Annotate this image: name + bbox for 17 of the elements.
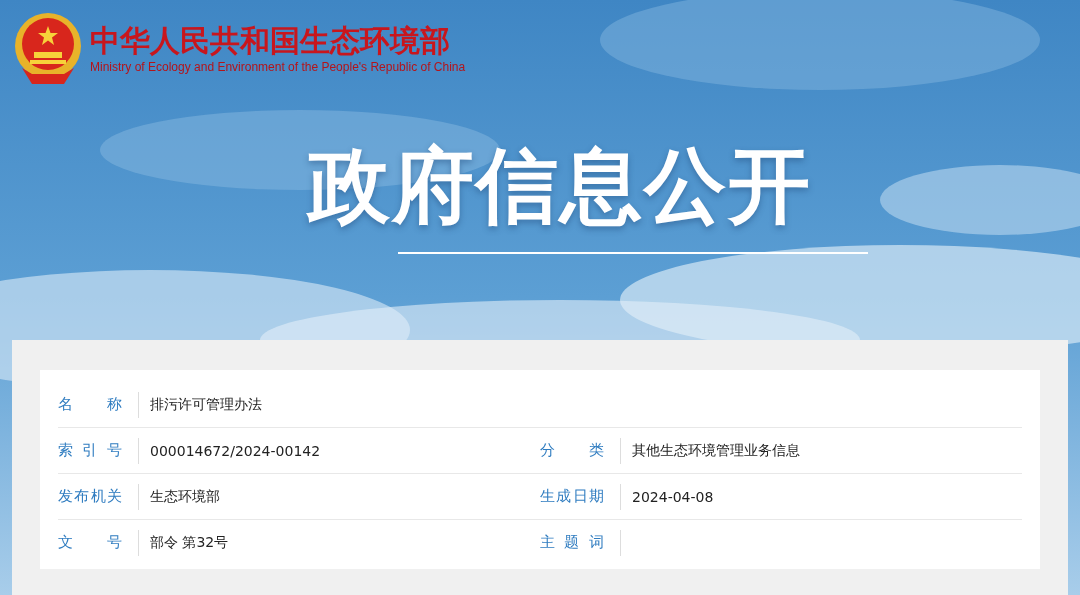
- page-title: 政府信息公开: [308, 137, 812, 235]
- field-label: 主 题 词: [540, 533, 604, 552]
- field-label: 分 类: [540, 441, 604, 460]
- field-label: 索 引 号: [58, 441, 122, 460]
- field-value: 生态环境部: [150, 487, 220, 506]
- field-value: 其他生态环境管理业务信息: [632, 441, 800, 460]
- field-label: 发布机关: [58, 487, 122, 506]
- field-label: 文 号: [58, 533, 122, 552]
- site-subtitle: Ministry of Ecology and Environment of the People's Republic of China: [90, 60, 466, 74]
- emblem-icon: [12, 12, 84, 86]
- field-value: 000014672/2024-00142: [150, 442, 321, 459]
- field-label: 名 称: [58, 395, 122, 414]
- field-value: 排污许可管理办法: [150, 395, 262, 414]
- field-value: 2024-04-08: [632, 488, 714, 505]
- field-value: 部令 第32号: [150, 533, 229, 552]
- site-title: 中华人民共和国生态环境部: [90, 24, 451, 58]
- field-label: 生成日期: [540, 487, 604, 506]
